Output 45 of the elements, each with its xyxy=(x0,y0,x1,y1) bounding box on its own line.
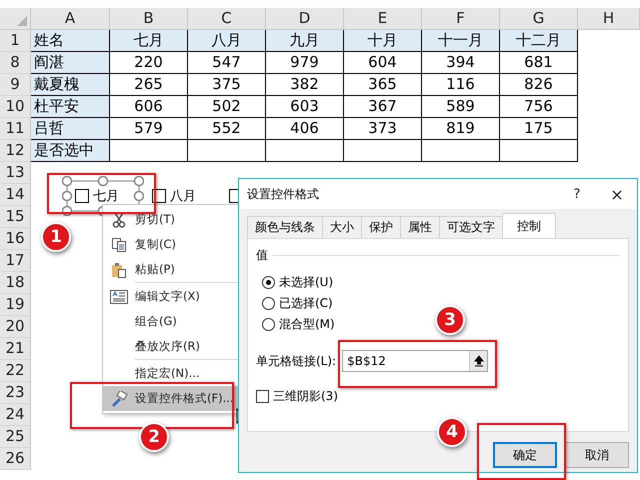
table-cell: 姓名 xyxy=(31,30,110,52)
table-cell: 365 xyxy=(344,74,422,96)
table-cell: 116 xyxy=(422,74,500,96)
table-cell: 373 xyxy=(344,118,422,140)
table-cell: 九月 xyxy=(266,30,344,52)
table-cell: 589 xyxy=(422,96,500,118)
table-cell: 579 xyxy=(110,118,188,140)
table-cell: 552 xyxy=(188,118,266,140)
table-cell: 吕哲 xyxy=(31,118,110,140)
radio-label: 已选择(C) xyxy=(279,295,333,312)
table-cell: 是否选中 xyxy=(31,140,110,162)
step-number: 1 xyxy=(41,222,71,252)
table-cell: 十二月 xyxy=(500,30,578,52)
table-cell: 十一月 xyxy=(422,30,500,52)
table-cell: 375 xyxy=(188,74,266,96)
group-title: 值 xyxy=(256,247,268,264)
table-cell: 979 xyxy=(266,52,344,74)
table-cell: 175 xyxy=(500,118,578,140)
table-cell: 819 xyxy=(422,118,500,140)
cell-link-label: 单元格链接(L): xyxy=(256,352,336,370)
dialog-title: 设置控件格式 xyxy=(247,186,320,202)
step-number: 2 xyxy=(139,422,169,452)
table-cell: 220 xyxy=(110,52,188,74)
table-cell: 604 xyxy=(344,52,422,74)
table-cell: 606 xyxy=(110,96,188,118)
table-cell: 406 xyxy=(266,118,344,140)
table-cell: 杜平安 xyxy=(31,96,110,118)
table-cell: 603 xyxy=(266,96,344,118)
radio-label: 混合型(M) xyxy=(279,316,335,333)
table-cell: 367 xyxy=(344,96,422,118)
radio-label: 未选择(U) xyxy=(279,274,334,291)
table-cell: 八月 xyxy=(188,30,266,52)
table-cell: 十月 xyxy=(344,30,422,52)
table-cell: 阎湛 xyxy=(31,52,110,74)
table-cell: 382 xyxy=(266,74,344,96)
table-cell: 戴夏槐 xyxy=(31,74,110,96)
table-cell: 502 xyxy=(188,96,266,118)
table-cell: 七月 xyxy=(110,30,188,52)
table-cell: 394 xyxy=(422,52,500,74)
table-cell: 756 xyxy=(500,96,578,118)
table-cell: 265 xyxy=(110,74,188,96)
checkbox-label: 三维阴影(3) xyxy=(273,388,338,405)
table-cell: 826 xyxy=(500,74,578,96)
table-cell: 547 xyxy=(188,52,266,74)
table-cell: 681 xyxy=(500,52,578,74)
